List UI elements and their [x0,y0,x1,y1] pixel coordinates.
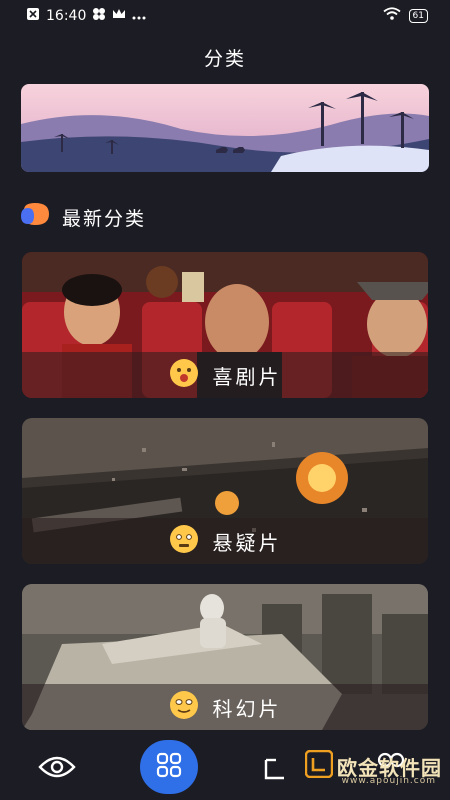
status-time: 16:40 [46,8,87,24]
page-title: 分类 [203,48,246,70]
section-header: 最新分类 [20,202,146,232]
bottom-nav: 欧金软件园 www.apoujin.com [0,740,450,800]
status-bar: 16:40 61 [0,0,450,30]
notification-icon [26,7,40,25]
laughing-face-icon [169,358,199,392]
category-card-comedy[interactable]: 喜剧片 [22,252,428,398]
grinning-face-icon [169,690,199,724]
watermark-url: www.apoujin.com [341,776,436,786]
category-card-scifi[interactable]: 科幻片 [22,584,428,730]
eye-icon[interactable] [38,754,76,784]
category-label: 喜剧片 [212,364,282,389]
category-label: 悬疑片 [212,530,282,555]
category-label: 科幻片 [212,696,282,721]
chat-bubble-icon [20,202,50,232]
wifi-icon [382,7,401,24]
banner-image[interactable] [21,84,429,172]
watermark-badge-icon [304,749,334,782]
card-label-bar: 科幻片 [22,684,428,730]
section-title: 最新分类 [62,207,147,230]
card-label-bar: 喜剧片 [22,352,428,398]
category-nav-button[interactable] [140,740,198,794]
fan-icon [92,7,106,25]
more-dots-icon [132,8,146,24]
category-card-suspense[interactable]: 悬疑片 [22,418,428,564]
worried-face-icon [169,524,199,558]
battery-icon: 61 [408,8,428,23]
history-nav-icon[interactable] [262,756,288,786]
grid-icon [156,752,182,782]
card-label-bar: 悬疑片 [22,518,428,564]
crown-icon [112,8,126,24]
